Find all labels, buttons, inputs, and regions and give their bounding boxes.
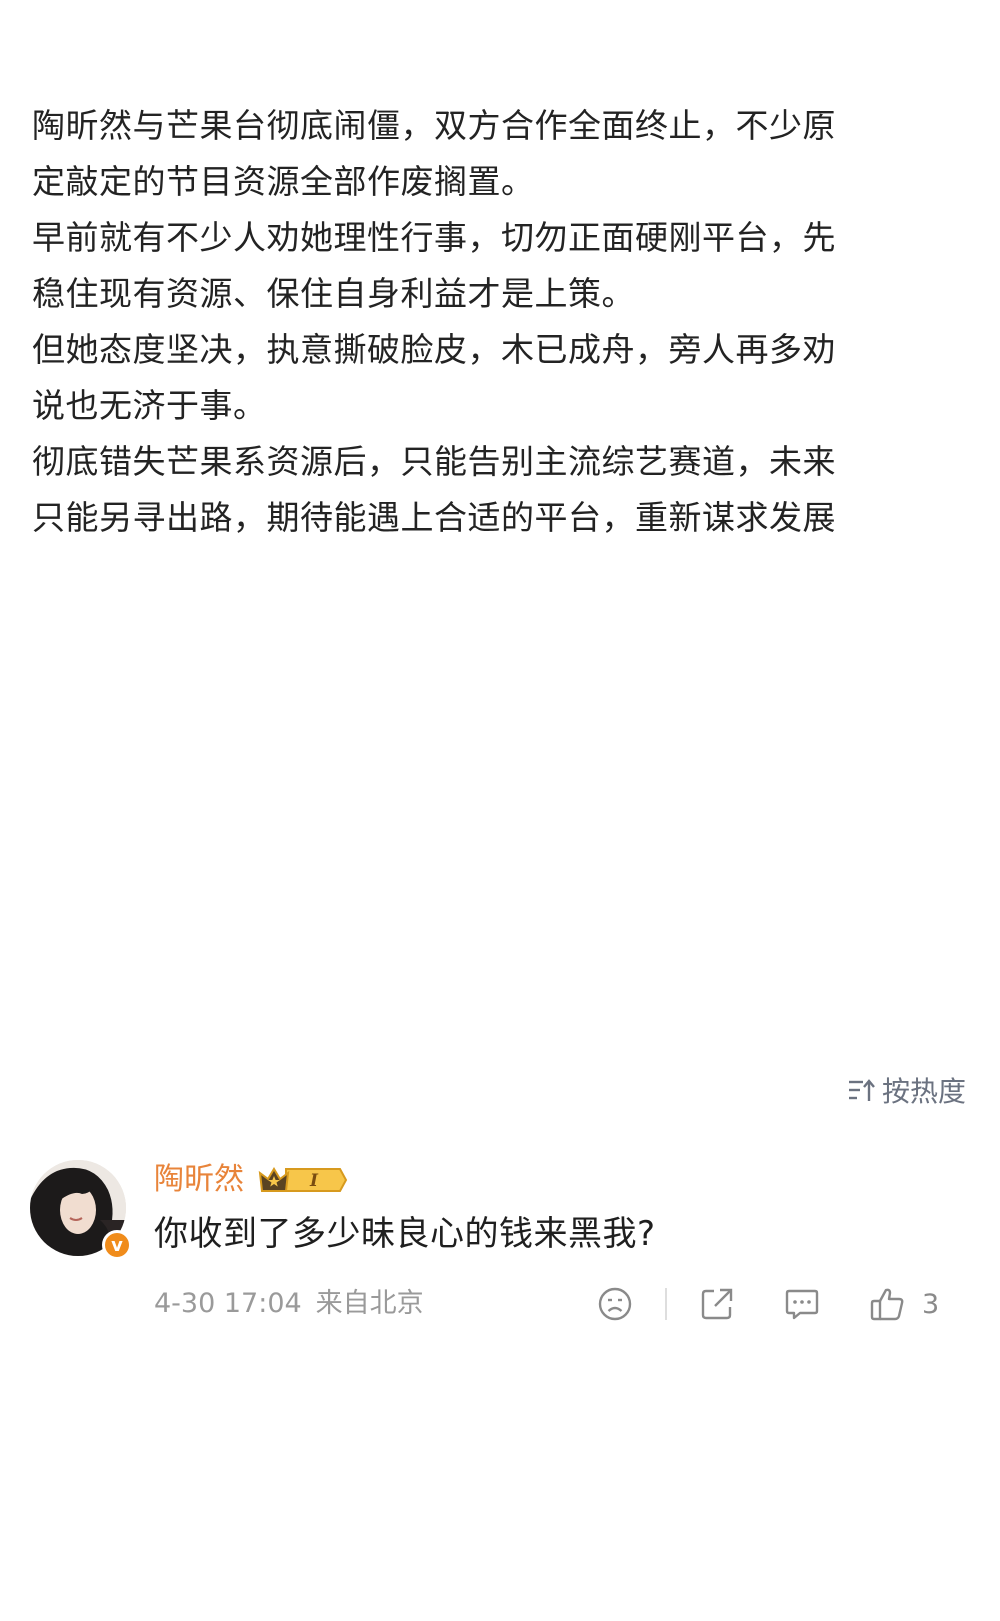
share-icon [701, 1288, 733, 1320]
comment-header: 陶昕然 I [154, 1160, 348, 1200]
sad-face-icon [598, 1287, 632, 1321]
like-button[interactable]: 3 [868, 1282, 939, 1326]
thumbs-up-icon [870, 1288, 904, 1321]
like-count: 3 [922, 1288, 940, 1320]
post-line: 彻底错失芒果系资源后，只能告别主流综艺赛道，未来 [32, 442, 836, 481]
post-line: 只能另寻出路，期待能遇上合适的平台，重新谋求发展 [32, 498, 836, 537]
level-badge-text: I [309, 1171, 319, 1191]
comment-meta: 4-30 17:04 来自北京 [154, 1284, 424, 1324]
post-body: 陶昕然与芒果台彻底闹僵，双方合作全面终止，不少原 定敲定的节目资源全部作废搁置。… [32, 98, 952, 546]
comment-text: 你收到了多少昧良心的钱来黑我? [154, 1214, 656, 1254]
share-button[interactable] [698, 1282, 736, 1326]
sort-by-hot-button[interactable]: 按热度 [846, 1070, 966, 1110]
comment-username[interactable]: 陶昕然 [154, 1160, 244, 1200]
comment-actions: 3 [590, 1282, 970, 1326]
sort-icon [848, 1079, 875, 1101]
comment-timestamp: 4-30 17:04 [154, 1288, 302, 1319]
crown-level-badge-icon[interactable]: I [256, 1163, 348, 1197]
action-divider [665, 1288, 667, 1320]
post-line: 但她态度坚决，执意撕破脸皮，木已成舟，旁人再多劝 [32, 330, 836, 369]
reply-button[interactable] [783, 1282, 821, 1326]
post-line: 陶昕然与芒果台彻底闹僵，双方合作全面终止，不少原 [32, 106, 836, 145]
dislike-button[interactable] [596, 1282, 634, 1326]
comment-bubble-icon [785, 1289, 819, 1320]
verified-badge-icon: v [102, 1230, 132, 1260]
comment-location: 来自北京 [315, 1288, 424, 1319]
sort-label: 按热度 [881, 1075, 966, 1108]
avatar[interactable]: v [30, 1160, 132, 1260]
post-line: 说也无济于事。 [32, 386, 267, 425]
post-line: 稳住现有资源、保住自身利益才是上策。 [32, 274, 635, 313]
post-line: 定敲定的节目资源全部作废搁置。 [32, 162, 535, 201]
post-line: 早前就有不少人劝她理性行事，切勿正面硬刚平台，先 [32, 218, 836, 257]
